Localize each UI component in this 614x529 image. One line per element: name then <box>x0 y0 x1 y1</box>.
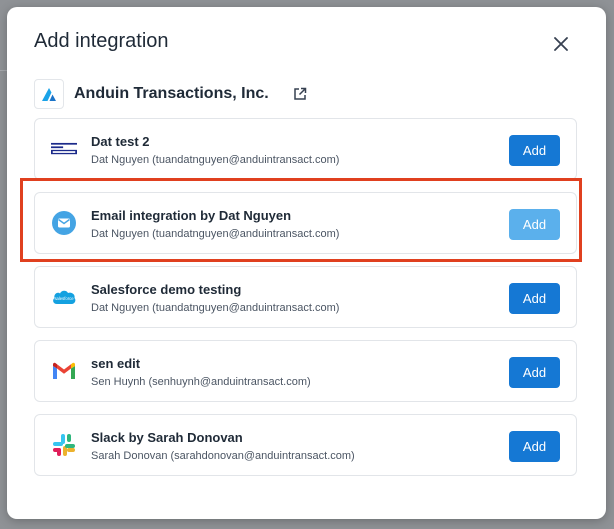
svg-text:salesforce: salesforce <box>54 296 74 301</box>
integration-name: sen edit <box>91 356 141 371</box>
integration-name: Email integration by Dat Nguyen <box>91 208 292 223</box>
add-button[interactable]: Add <box>509 431 560 462</box>
integration-owner: Sarah Donovan (sarahdonovan@anduintransa… <box>91 450 355 462</box>
integration-owner: Dat Nguyen (tuandatnguyen@anduintransact… <box>91 302 340 314</box>
integration-owner: Dat Nguyen (tuandatnguyen@anduintransact… <box>91 154 340 166</box>
add-button[interactable]: Add <box>509 283 560 314</box>
integration-item: sen edit Sen Huynh (senhuynh@anduintrans… <box>34 340 577 402</box>
close-icon <box>554 37 568 51</box>
anduin-logo-icon <box>34 79 64 109</box>
integration-item: Email integration by Dat Nguyen Dat Nguy… <box>34 192 577 254</box>
gmail-icon <box>51 358 77 384</box>
modal-title: Add integration <box>34 30 169 52</box>
close-button[interactable] <box>550 33 572 55</box>
email-icon <box>51 210 77 236</box>
integration-owner: Sen Huynh (senhuynh@anduintransact.com) <box>91 376 311 388</box>
integration-item: Dat test 2 Dat Nguyen (tuandatnguyen@and… <box>34 118 577 180</box>
integration-item: Slack by Sarah Donovan Sarah Donovan (sa… <box>34 414 577 476</box>
add-button[interactable]: Add <box>509 209 560 240</box>
salesforce-icon: salesforce <box>51 284 77 310</box>
integration-name: Salesforce demo testing <box>91 282 242 297</box>
add-integration-modal: Add integration Anduin Transactions, Inc… <box>7 7 606 519</box>
external-link-button[interactable] <box>291 85 309 103</box>
integration-name: Slack by Sarah Donovan <box>91 430 243 445</box>
integration-item: salesforce Salesforce demo testing Dat N… <box>34 266 577 328</box>
dat-test-logo-icon <box>51 136 77 162</box>
integration-owner: Dat Nguyen (tuandatnguyen@anduintransact… <box>91 228 340 240</box>
integration-list: Dat test 2 Dat Nguyen (tuandatnguyen@and… <box>34 118 577 488</box>
add-button[interactable]: Add <box>509 357 560 388</box>
slack-icon <box>51 432 77 458</box>
add-button[interactable]: Add <box>509 135 560 166</box>
organization-name: Anduin Transactions, Inc. <box>74 85 269 102</box>
organization-row: Anduin Transactions, Inc. <box>34 78 309 110</box>
integration-name: Dat test 2 <box>91 134 150 149</box>
external-link-icon <box>293 87 306 100</box>
